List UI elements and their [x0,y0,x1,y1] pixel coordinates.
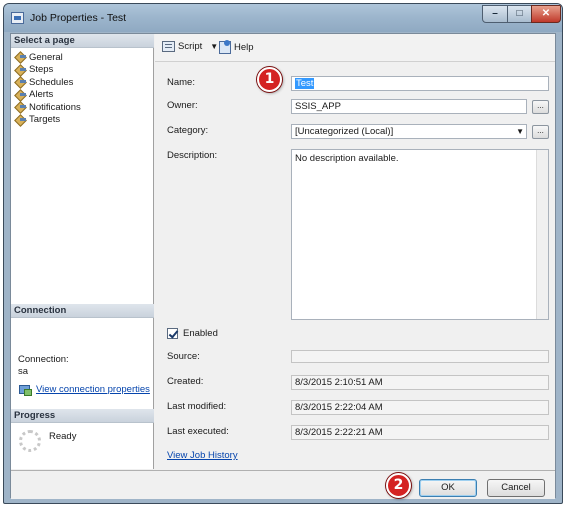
page-item-steps[interactable]: Steps [15,64,81,77]
script-icon [162,41,175,52]
wrench-icon [15,102,26,112]
connection-label: Connection: [18,354,69,365]
maximize-button[interactable]: □ [507,5,532,23]
job-properties-window: Job Properties - Test – □ ✕ Select a pag… [3,3,563,504]
close-button[interactable]: ✕ [531,5,561,23]
left-panel: Select a page General Steps Schedules Al… [11,34,154,469]
select-page-header: Select a page [11,34,154,48]
page-item-alerts[interactable]: Alerts [15,89,81,102]
progress-header: Progress [11,409,154,423]
page-item-label: Notifications [29,101,81,113]
category-select[interactable]: [Uncategorized (Local)] ▼ [291,124,527,139]
page-item-general[interactable]: General [15,51,81,64]
wrench-icon [15,115,26,125]
category-label: Category: [167,125,209,136]
help-button[interactable]: Help [219,40,254,54]
view-connection-properties-link[interactable]: View connection properties [36,384,150,395]
name-value: Test [295,78,315,89]
last-modified-field: 8/3/2015 2:22:04 AM [291,400,549,415]
page-item-schedules[interactable]: Schedules [15,76,81,89]
connection-link-row: View connection properties [19,383,150,396]
general-page: Script ▼ Help Name: Test Owner: SSIS_APP… [155,34,555,469]
created-label: Created: [167,376,204,387]
wrench-icon [15,65,26,75]
connection-properties-icon [19,383,32,396]
name-field[interactable]: Test [291,76,549,91]
page-item-label: Targets [29,114,61,126]
progress-status: Ready [49,431,77,442]
wrench-icon [15,52,26,62]
wrench-icon [15,90,26,100]
page-item-label: General [29,51,63,63]
app-icon [11,12,24,24]
page-item-label: Steps [29,64,54,76]
annotation-marker-2: 2 [386,473,411,498]
toolbar: Script ▼ Help [155,34,555,62]
dialog-footer: OK Cancel [11,470,555,499]
source-label: Source: [167,351,200,362]
category-browse-button[interactable]: ... [532,125,549,139]
owner-browse-button[interactable]: ... [532,100,549,114]
description-label: Description: [167,150,218,161]
ok-button[interactable]: OK [419,479,477,497]
window-title: Job Properties - Test [30,12,127,24]
cancel-button[interactable]: Cancel [487,479,545,497]
enabled-checkbox[interactable] [167,328,178,339]
created-field: 8/3/2015 2:10:51 AM [291,375,549,390]
page-item-notifications[interactable]: Notifications [15,101,81,114]
connection-value: sa [18,366,29,377]
last-modified-label: Last modified: [167,401,227,412]
page-list: General Steps Schedules Alerts Notificat… [15,51,81,126]
owner-label: Owner: [167,100,198,111]
description-value: No description available. [295,153,399,164]
chevron-down-icon[interactable]: ▼ [516,126,524,137]
script-button[interactable]: Script ▼ [162,41,218,52]
name-label: Name: [167,77,195,88]
description-scrollbar[interactable] [536,150,548,319]
page-item-label: Schedules [29,76,74,88]
dialog-client-area: Select a page General Steps Schedules Al… [10,33,556,499]
progress-spinner-icon [19,430,41,452]
view-job-history-link[interactable]: View Job History [167,450,238,461]
page-item-label: Alerts [29,89,54,101]
category-value: [Uncategorized (Local)] [295,126,394,137]
last-executed-field: 8/3/2015 2:22:21 AM [291,425,549,440]
description-textarea[interactable]: No description available. [291,149,549,320]
help-label: Help [234,42,254,53]
last-executed-label: Last executed: [167,426,229,437]
help-icon [219,40,231,54]
enabled-label: Enabled [183,328,218,339]
owner-field[interactable]: SSIS_APP [291,99,527,114]
minimize-button[interactable]: – [482,5,508,23]
title-bar[interactable]: Job Properties - Test – □ ✕ [4,4,562,32]
connection-header: Connection [11,304,154,318]
chevron-down-icon[interactable]: ▼ [210,42,218,51]
script-label: Script [178,41,203,52]
wrench-icon [15,77,26,87]
annotation-marker-1: 1 [257,67,282,92]
page-item-targets[interactable]: Targets [15,114,81,127]
source-field [291,350,549,363]
enabled-row: Enabled [167,328,218,339]
